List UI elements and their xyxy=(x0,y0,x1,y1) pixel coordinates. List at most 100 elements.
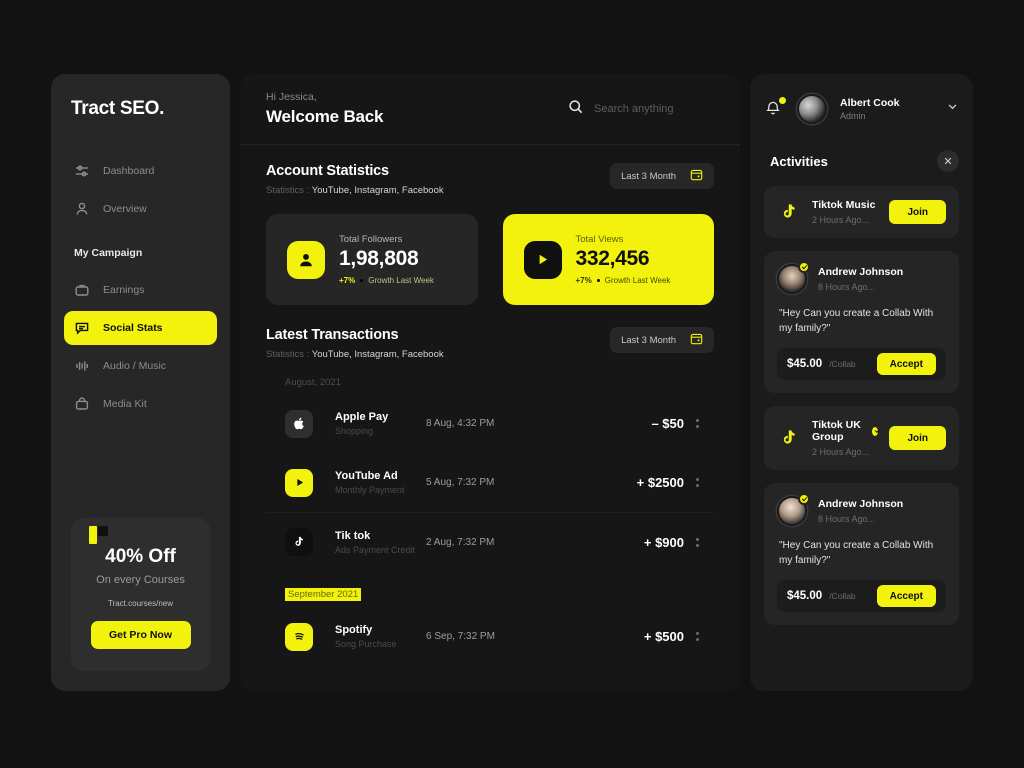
offer-amount: $45.00 xyxy=(787,590,823,602)
sidebar-item-label: Earnings xyxy=(103,284,145,296)
latest-transactions-period-select[interactable]: Last 3 Month xyxy=(610,327,714,353)
activity-time: 8 Hours Ago... xyxy=(818,514,876,524)
join-button[interactable]: Join xyxy=(889,200,946,224)
growth-percent: +7% xyxy=(339,276,356,285)
sidebar-item-media-kit[interactable]: Media Kit xyxy=(64,387,217,421)
accept-button[interactable]: Accept xyxy=(876,585,936,607)
search-bar[interactable] xyxy=(568,99,714,120)
bullet-dot-icon xyxy=(596,279,600,282)
tiktok-icon xyxy=(285,528,313,556)
sidebar-item-label: Media Kit xyxy=(103,398,147,410)
stat-value: 1,98,808 xyxy=(339,247,419,270)
subtitle-prefix: Statistics : xyxy=(266,185,312,196)
table-row[interactable]: Tik tok Ads Payment Credit 2 Aug, 7:32 P… xyxy=(266,512,714,571)
promo-url: Tract.courses/new xyxy=(107,599,174,608)
transaction-month-label-selected: September 2021 xyxy=(285,588,362,601)
activity-message-header: Andrew Johnson 8 Hours Ago... xyxy=(777,493,946,526)
row-menu-icon[interactable] xyxy=(684,537,710,547)
activity-info: Andrew Johnson 8 Hours Ago... xyxy=(818,266,903,292)
activities-header: Activities ✕ xyxy=(770,150,959,172)
offer-unit: /Collab xyxy=(829,359,856,369)
sidebar-item-audio-music[interactable]: Audio / Music xyxy=(64,349,217,383)
close-icon[interactable]: ✕ xyxy=(937,150,959,172)
activity-name: Tiktok Music xyxy=(812,199,875,211)
calendar-icon xyxy=(690,168,703,184)
transaction-amount: + $500 xyxy=(643,629,684,644)
activity-info: Tiktok Music 2 Hours Ago... xyxy=(812,199,875,225)
verified-check-icon xyxy=(798,261,810,273)
calendar-icon xyxy=(690,332,703,348)
search-input[interactable] xyxy=(594,103,714,115)
user-icon xyxy=(287,240,325,279)
latest-transactions-titles: Latest Transactions Statistics : YouTube… xyxy=(266,327,444,360)
activity-info: Tiktok UK Group 2 Hours Ago... xyxy=(812,419,879,457)
latest-transactions-title: Latest Transactions xyxy=(266,327,399,343)
sidebar-section-label: My Campaign xyxy=(74,247,143,259)
activity-name-text: Tiktok Music xyxy=(812,199,876,211)
row-menu-icon[interactable] xyxy=(684,419,710,428)
activity-message-text: "Hey Can you create a Collab With my fam… xyxy=(779,308,934,334)
stat-label: Total Views xyxy=(575,234,624,245)
main-content: Hi Jessica, Welcome Back Account Statist… xyxy=(240,74,740,691)
sidebar-item-label: Social Stats xyxy=(103,322,163,334)
sidebar-item-dashboard[interactable]: Dashboard xyxy=(64,154,217,188)
get-pro-now-button[interactable]: Get Pro Now xyxy=(90,621,191,649)
apple-icon xyxy=(285,409,313,438)
activity-info: Andrew Johnson 8 Hours Ago... xyxy=(818,498,903,524)
verified-badge-icon xyxy=(872,426,879,436)
activity-name-text: Andrew Johnson xyxy=(818,498,904,510)
table-row[interactable]: Spotify Song Purchase 6 Sep, 7:32 PM + $… xyxy=(266,607,714,666)
transaction-name: Tik tok xyxy=(335,529,371,542)
promo-card: 40% Off On every Courses Tract.courses/n… xyxy=(71,518,210,671)
table-row[interactable]: Apple Pay Shopping 8 Aug, 4:32 PM – $50 xyxy=(266,394,714,453)
offer-amount: $45.00 xyxy=(787,358,823,370)
join-button[interactable]: Join xyxy=(889,426,946,450)
transaction-info: Tik tok Ads Payment Credit xyxy=(335,530,415,555)
sidebar-item-earnings[interactable]: Earnings xyxy=(64,273,217,307)
sidebar-item-overview[interactable]: Overview xyxy=(64,192,217,226)
promo-subtitle: On every Courses xyxy=(96,574,185,586)
row-menu-icon[interactable] xyxy=(684,632,710,641)
notification-bell-icon[interactable] xyxy=(764,97,786,119)
period-label: Last 3 Month xyxy=(621,334,676,346)
transaction-name: Spotify xyxy=(335,624,373,636)
activity-card-message: Andrew Johnson 8 Hours Ago... "Hey Can y… xyxy=(764,251,959,393)
growth-percent: +7% xyxy=(575,276,592,285)
chevron-down-icon[interactable] xyxy=(946,100,959,118)
account-statistics-period-select[interactable]: Last 3 Month xyxy=(610,163,714,189)
promo-mark-icon xyxy=(89,526,108,544)
row-menu-icon[interactable] xyxy=(684,478,710,487)
transaction-info: Apple Pay Shopping xyxy=(335,411,388,436)
stat-card-text: Total Views 332,456 +7% Growth Last Week xyxy=(576,234,671,285)
growth-text: Growth Last Week xyxy=(604,276,671,285)
tiktok-icon xyxy=(777,200,801,224)
stat-card-text: Total Followers 1,98,808 +7% Growth Last… xyxy=(339,234,434,285)
transaction-sub: Song Purchase xyxy=(335,639,397,649)
spotify-icon xyxy=(285,622,313,651)
main-body: Account Statistics Statistics : YouTube,… xyxy=(240,145,740,666)
sidebar-item-social-stats[interactable]: Social Stats xyxy=(64,311,217,345)
tiktok-icon xyxy=(777,426,801,450)
youtube-icon xyxy=(285,468,313,497)
user-icon xyxy=(74,201,90,217)
offer-unit: /Collab xyxy=(829,591,856,601)
activity-name: Andrew Johnson xyxy=(818,266,903,278)
transaction-date: 8 Aug, 4:32 PM xyxy=(426,418,495,429)
transaction-date: 5 Aug, 7:32 PM xyxy=(426,477,495,488)
search-icon xyxy=(568,99,584,120)
transaction-info: Spotify Song Purchase xyxy=(335,624,397,649)
transaction-date: 6 Sep, 7:32 PM xyxy=(426,631,495,642)
greeting-block: Hi Jessica, Welcome Back xyxy=(266,91,383,127)
user-info: Albert Cook Admin xyxy=(840,97,900,121)
transaction-info: YouTube Ad Monthly Payment xyxy=(335,470,405,495)
table-row[interactable]: YouTube Ad Monthly Payment 5 Aug, 7:32 P… xyxy=(266,453,714,512)
latest-transactions-subtitle: Statistics : YouTube, Instagram, Faceboo… xyxy=(266,349,444,360)
accept-button[interactable]: Accept xyxy=(876,353,936,375)
transaction-sub: Monthly Payment xyxy=(335,485,405,495)
stat-label: Total Followers xyxy=(339,234,403,245)
stat-card-total-views: Total Views 332,456 +7% Growth Last Week xyxy=(502,214,714,305)
page-title: Welcome Back xyxy=(266,107,384,126)
activity-message-text: "Hey Can you create a Collab With my fam… xyxy=(779,540,934,566)
avatar[interactable] xyxy=(797,94,827,124)
account-statistics-title: Account Statistics xyxy=(266,163,389,179)
